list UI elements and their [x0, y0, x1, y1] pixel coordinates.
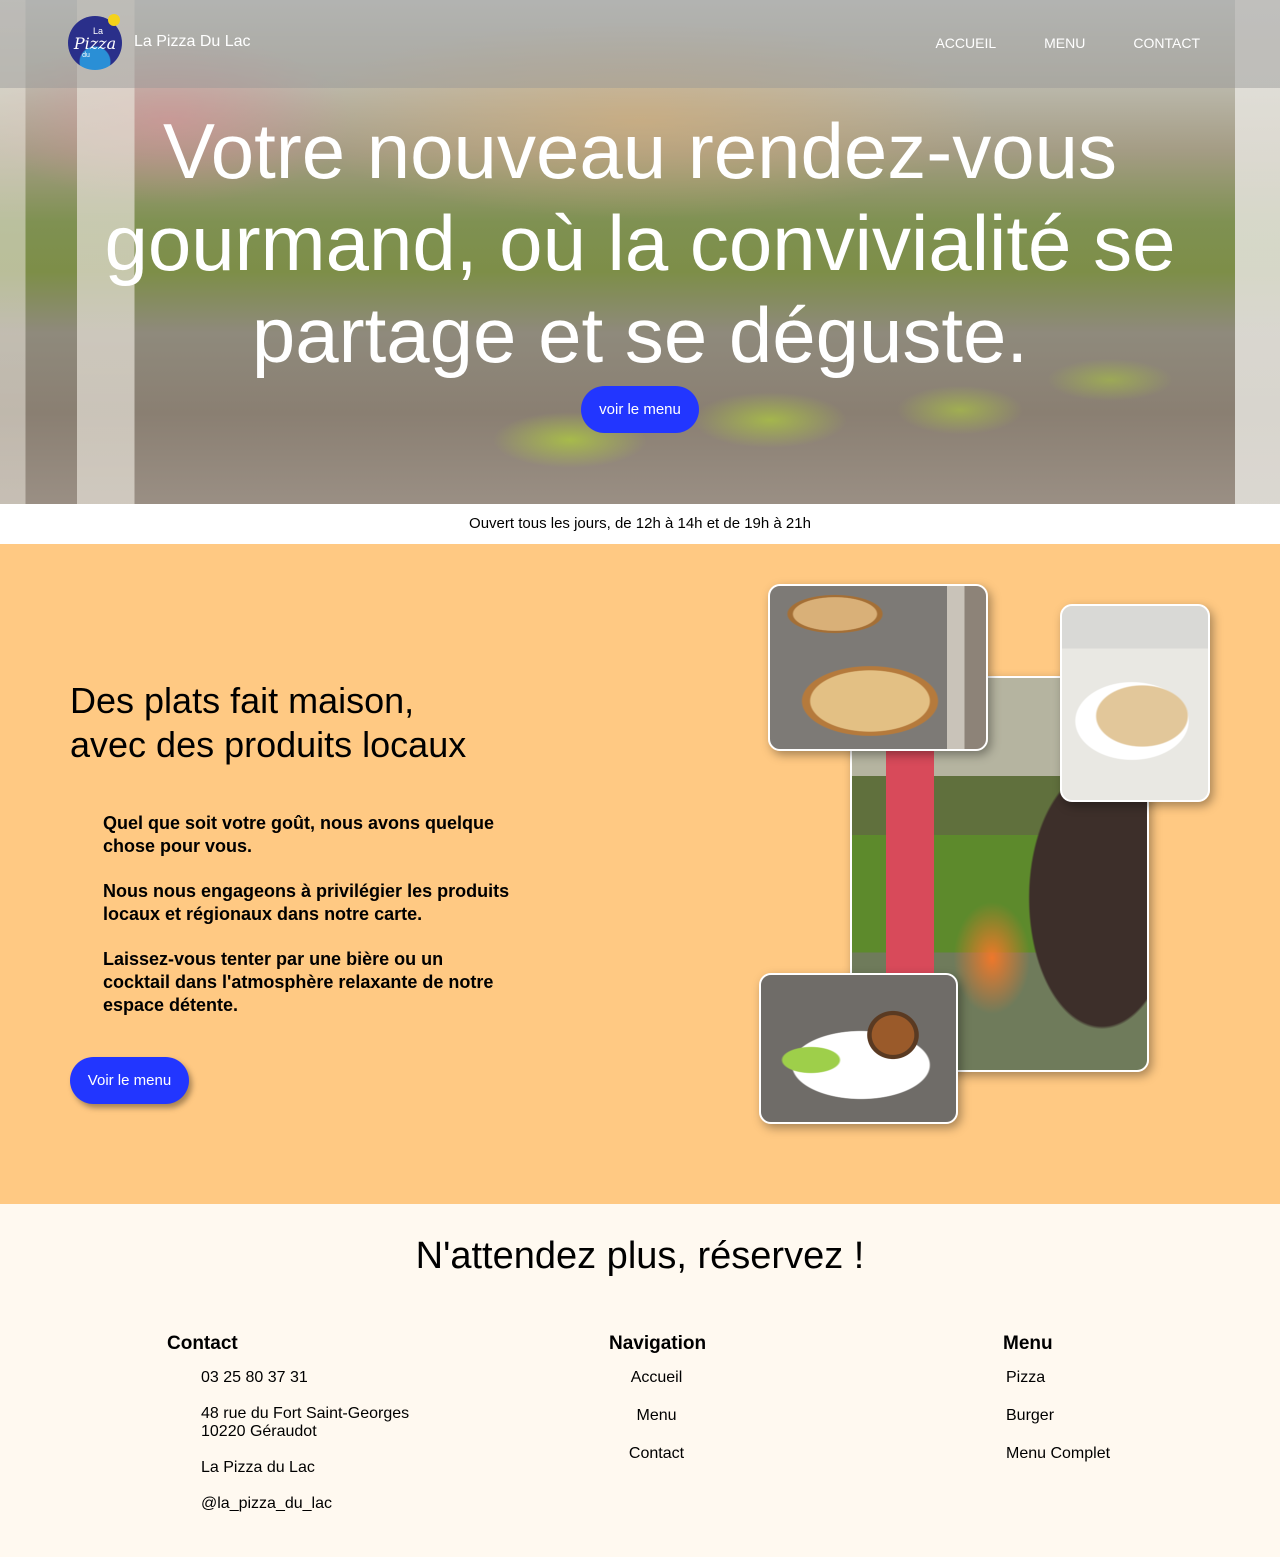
contact-address[interactable]: 48 rue du Fort Saint-Georges 10220 Gérau… — [201, 1405, 409, 1441]
footer-menu: Menu Pizza Burger Menu Complet — [1003, 1333, 1110, 1483]
footer-contact-heading: Contact — [167, 1333, 238, 1354]
hero-section: La Pizza du La Pizza Du Lac ACCUEIL MENU… — [0, 0, 1280, 504]
reserve-title: N'attendez plus, réservez ! — [415, 1235, 865, 1277]
feature-section: Des plats fait maison, avec des produits… — [0, 544, 1280, 1204]
footer-nav-menu[interactable]: Menu — [609, 1407, 704, 1425]
top-navbar: La Pizza du La Pizza Du Lac ACCUEIL MENU… — [0, 0, 1280, 88]
main-nav: ACCUEIL MENU CONTACT — [935, 35, 1200, 51]
feature-menu-button[interactable]: Voir le menu — [70, 1057, 189, 1104]
photo-calzone — [1060, 604, 1210, 802]
hero-title: Votre nouveau rendez-vous gourmand, où l… — [104, 107, 1176, 379]
feature-title-line1: Des plats fait maison, — [70, 680, 415, 721]
feature-text: Quel que soit votre goût, nous avons que… — [103, 812, 513, 1039]
address-line1: 48 rue du Fort Saint-Georges — [201, 1405, 410, 1422]
opening-hours: Ouvert tous les jours, de 12h à 14h et d… — [0, 504, 1280, 544]
feature-paragraph: Quel que soit votre goût, nous avons que… — [103, 813, 495, 856]
footer-navigation-heading: Navigation — [609, 1333, 707, 1354]
footer-contact: Contact 03 25 80 37 31 48 rue du Fort Sa… — [167, 1333, 409, 1531]
reserve-footer-section: N'attendez plus, réservez ! Contact 03 2… — [0, 1204, 1280, 1557]
footer-nav-accueil[interactable]: Accueil — [609, 1369, 704, 1387]
feature-paragraph: Nous nous engageons à privilégier les pr… — [103, 881, 510, 924]
sun-icon — [108, 14, 120, 26]
feature-title: Des plats fait maison, avec des produits… — [70, 679, 466, 767]
brand-name[interactable]: La Pizza Du Lac — [134, 33, 251, 51]
contact-instagram-link[interactable]: @la_pizza_du_lac — [201, 1495, 409, 1513]
logo[interactable]: La Pizza du — [68, 14, 122, 70]
nav-contact[interactable]: CONTACT — [1133, 35, 1200, 51]
photo-pizza — [768, 584, 988, 751]
contact-phone[interactable]: 03 25 80 37 31 — [201, 1369, 409, 1387]
footer-menu-burger[interactable]: Burger — [1006, 1407, 1110, 1425]
feature-title-line2: avec des produits locaux — [70, 724, 467, 765]
logo-text-pizza: Pizza — [73, 34, 117, 53]
address-line2: 10220 Géraudot — [201, 1423, 317, 1440]
feature-paragraph: Laissez-vous tenter par une bière ou un … — [103, 949, 494, 1015]
footer-navigation: Navigation Accueil Menu Contact — [609, 1333, 707, 1483]
logo-text-du: du — [82, 52, 90, 59]
footer-menu-heading: Menu — [1003, 1333, 1053, 1354]
footer-menu-complet[interactable]: Menu Complet — [1006, 1445, 1110, 1463]
footer-menu-pizza[interactable]: Pizza — [1006, 1369, 1110, 1387]
hero-menu-button[interactable]: voir le menu — [581, 386, 699, 433]
nav-accueil[interactable]: ACCUEIL — [935, 35, 996, 51]
contact-facebook-link[interactable]: La Pizza du Lac — [201, 1459, 409, 1477]
photo-burger — [759, 973, 958, 1124]
footer-nav-contact[interactable]: Contact — [609, 1445, 704, 1463]
nav-menu[interactable]: MENU — [1044, 35, 1085, 51]
